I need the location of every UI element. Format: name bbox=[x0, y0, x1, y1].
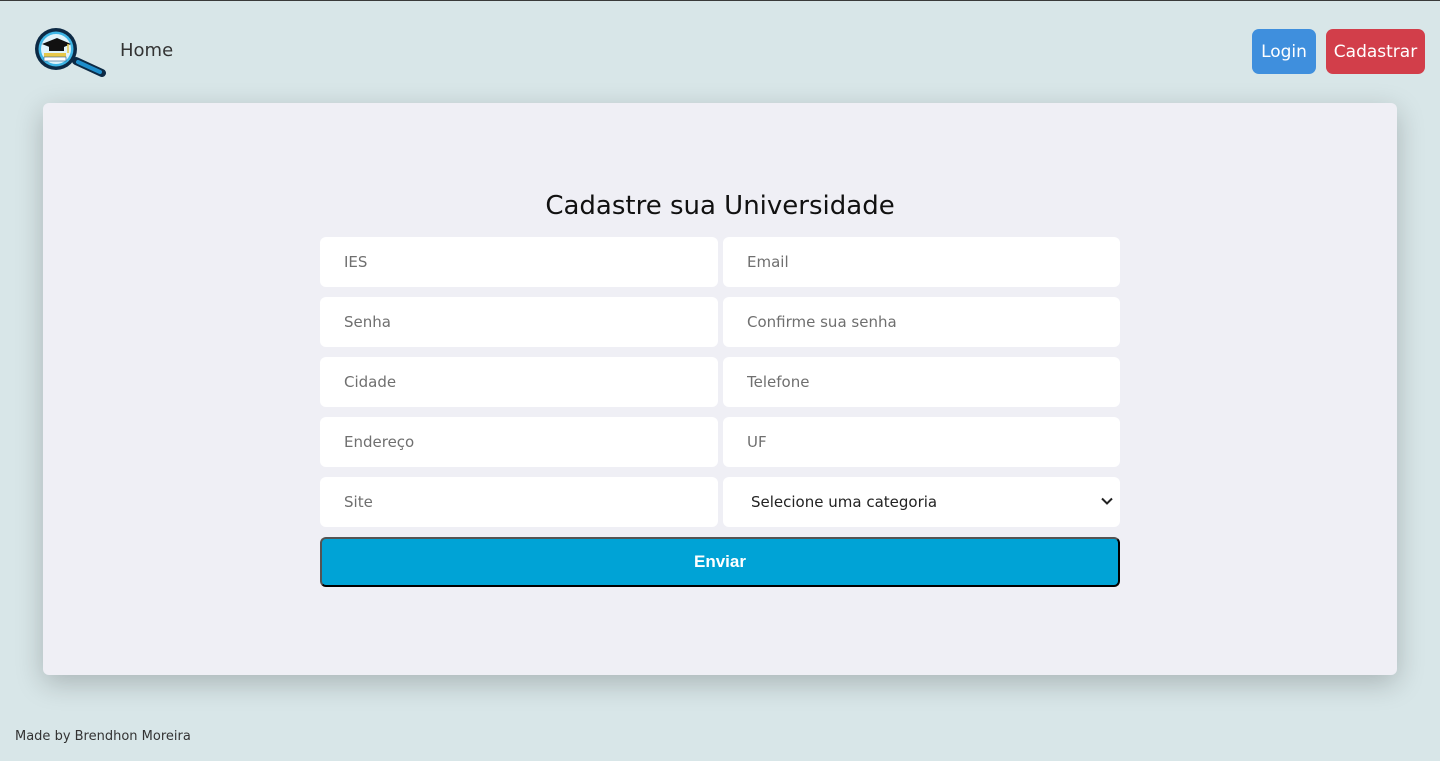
city-input[interactable] bbox=[320, 357, 718, 407]
footer-credit: Made by Brendhon Moreira bbox=[15, 729, 191, 744]
magnifier-graduation-cap-logo-icon[interactable] bbox=[32, 27, 108, 77]
form-title: Cadastre sua Universidade bbox=[545, 191, 895, 221]
confirm-password-input[interactable] bbox=[723, 297, 1120, 347]
uf-input[interactable] bbox=[723, 417, 1120, 467]
category-select-value: Selecione uma categoria bbox=[751, 493, 938, 511]
address-input[interactable] bbox=[320, 417, 718, 467]
site-input[interactable] bbox=[320, 477, 718, 527]
phone-input[interactable] bbox=[723, 357, 1120, 407]
category-select[interactable]: Selecione uma categoria bbox=[723, 477, 1120, 527]
password-input[interactable] bbox=[320, 297, 718, 347]
registration-card: Cadastre sua Universidade Selecione uma … bbox=[43, 103, 1397, 675]
submit-button[interactable]: Enviar bbox=[320, 537, 1120, 587]
navbar: Home Login Cadastrar bbox=[0, 1, 1440, 101]
login-button[interactable]: Login bbox=[1252, 29, 1316, 74]
chevron-down-icon bbox=[1101, 497, 1113, 505]
email-input[interactable] bbox=[723, 237, 1120, 287]
home-link[interactable]: Home bbox=[120, 40, 173, 61]
signup-button[interactable]: Cadastrar bbox=[1326, 29, 1425, 74]
ies-input[interactable] bbox=[320, 237, 718, 287]
